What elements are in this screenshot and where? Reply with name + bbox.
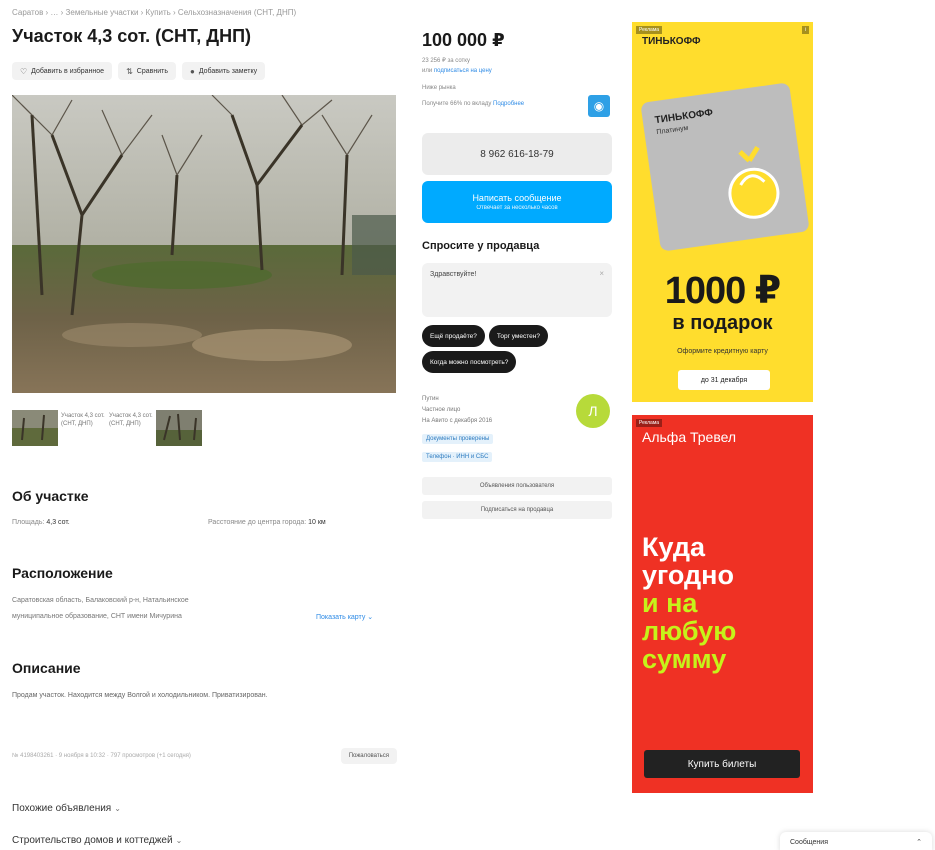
- ad-mark: Реклама: [636, 419, 663, 427]
- description-text: Продам участок. Находится между Волгой и…: [12, 692, 268, 699]
- thumbnail-image: [12, 410, 58, 446]
- thumbnail-image: [156, 410, 202, 446]
- quick-question-chip[interactable]: Когда можно посмотреть?: [422, 351, 517, 373]
- loan-offer-text: Получите 66% по вкладу: [422, 101, 492, 107]
- seller-ads-button[interactable]: Объявления пользователя: [422, 477, 612, 495]
- price: 100 000 ₽: [422, 30, 505, 50]
- thumbnail-3[interactable]: Участок 4,3 сот. (СНТ, ДНП): [108, 410, 154, 446]
- headline-line-2: угодно: [642, 560, 734, 590]
- distance-param: Расстояние до центра города: 10 км: [208, 519, 326, 526]
- tinkoff-ad-banner[interactable]: Реклама i ТИНЬКОФФ ТИНЬКОФФ Платинум 100…: [632, 22, 813, 402]
- distance-value: 10 км: [308, 519, 326, 526]
- construction-label: Строительство домов и коттеджей: [12, 835, 173, 846]
- add-note-label: Добавить заметку: [198, 67, 258, 75]
- ad-gift-text: в подарок: [672, 312, 773, 334]
- quick-questions: Ещё продаёте? Торг уместен? Когда можно …: [422, 325, 614, 373]
- messages-widget[interactable]: Сообщения ⌃: [780, 832, 932, 850]
- distance-label: Расстояние до центра города:: [208, 519, 307, 526]
- listing-actions: ♡ Добавить в избранное ⇅ Сравнить ● Доба…: [12, 62, 266, 80]
- similar-ads-label: Похожие объявления: [12, 803, 112, 814]
- show-map-label: Показать карту: [316, 614, 366, 621]
- listing-meta-info: № 4198403261 · 9 ноября в 10:32 · 797 пр…: [12, 753, 191, 759]
- construction-toggle[interactable]: Строительство домов и коттеджей ⌄: [12, 835, 182, 846]
- add-to-favorites-button[interactable]: ♡ Добавить в избранное: [12, 62, 113, 80]
- chevron-down-icon: ⌄: [175, 836, 183, 845]
- ask-seller-input[interactable]: Здравствуйте! ×: [422, 263, 612, 317]
- add-note-button[interactable]: ● Добавить заметку: [181, 62, 266, 80]
- ad-mark: Реклама: [636, 26, 663, 34]
- area-label: Площадь:: [12, 519, 45, 526]
- compare-icon: ⇅: [126, 66, 133, 76]
- write-message-button[interactable]: Написать сообщение Отвечает за несколько…: [422, 181, 612, 223]
- area-param: Площадь: 4,3 сот.: [12, 519, 70, 526]
- tinkoff-logo: ТИНЬКОФФ: [642, 36, 701, 47]
- ask-seller-title: Спросите у продавца: [422, 240, 540, 252]
- show-phone-button[interactable]: 8 962 616-18-79: [422, 133, 612, 175]
- price-per-unit: 23 256 ₽ за сотку: [422, 58, 470, 64]
- similar-ads-toggle[interactable]: Похожие объявления ⌄: [12, 803, 121, 814]
- gift-ornament-icon: [728, 145, 780, 219]
- messages-label: Сообщения: [790, 838, 828, 846]
- chevron-up-icon[interactable]: ⌃: [916, 838, 922, 846]
- write-message-sub: Отвечает за несколько часов: [476, 205, 558, 211]
- page-title: Участок 4,3 сот. (СНТ, ДНП): [12, 26, 252, 46]
- photo-thumbnails: Участок 4,3 сот. (СНТ, ДНП) Участок 4,3 …: [12, 410, 202, 446]
- area-value: 4,3 сот.: [46, 519, 70, 526]
- chevron-down-icon: ⌄: [114, 804, 121, 813]
- heart-icon: ♡: [20, 66, 28, 76]
- ad-info-icon[interactable]: i: [801, 26, 809, 34]
- ask-seller-input-value: Здравствуйте!: [430, 271, 477, 278]
- alfa-travel-ad-banner[interactable]: Реклама Альфа Тревел Куда угодно и на лю…: [632, 415, 813, 793]
- price-subscribe-link[interactable]: подписаться на цену: [434, 68, 492, 74]
- complain-button[interactable]: Пожаловаться: [340, 748, 397, 764]
- ad-headline: Куда угодно и на любую сумму: [642, 533, 736, 673]
- address-line-2: муниципальное образование, СНТ имени Мич…: [12, 613, 182, 620]
- price-history: или подписаться на цену: [422, 68, 492, 74]
- main-photo[interactable]: [12, 95, 396, 393]
- address-line-1: Саратовская область, Балаковский р-н, На…: [12, 597, 189, 604]
- seller-avatar[interactable]: Л: [576, 394, 610, 428]
- buy-tickets-button[interactable]: Купить билеты: [644, 750, 800, 778]
- description-section-title: Описание: [12, 660, 81, 676]
- subscribe-seller-button[interactable]: Подписаться на продавца: [422, 501, 612, 519]
- loan-offer-link[interactable]: Подробнее: [493, 101, 524, 107]
- location-section-title: Расположение: [12, 565, 113, 581]
- credit-card-image: ТИНЬКОФФ Платинум: [640, 82, 810, 252]
- breadcrumb[interactable]: Саратов › … › Земельные участки › Купить…: [12, 8, 296, 17]
- chevron-down-icon: ⌄: [367, 614, 374, 621]
- quick-question-chip[interactable]: Ещё продаёте?: [422, 325, 485, 347]
- market-link[interactable]: Ниже рынка: [422, 85, 456, 91]
- land-photo-image: [12, 95, 396, 393]
- seller-tag-phone: Телефон · ИНН и СБС: [422, 452, 493, 462]
- bank-logo-icon[interactable]: ◉: [588, 95, 610, 117]
- ad-deadline-button[interactable]: до 31 декабря: [678, 370, 770, 390]
- clear-icon[interactable]: ×: [599, 269, 604, 278]
- ad-cta-text: Оформите кредитную карту: [677, 348, 768, 355]
- quick-question-chip[interactable]: Торг уместен?: [488, 325, 548, 347]
- seller-tag-documents: Документы проверены: [422, 434, 494, 444]
- ad-amount: 1000 ₽: [664, 270, 782, 312]
- price-history-prefix: или: [422, 68, 433, 74]
- compare-button[interactable]: ⇅ Сравнить: [118, 62, 176, 80]
- thumbnail-4[interactable]: [156, 410, 202, 446]
- listing-meta-row: № 4198403261 · 9 ноября в 10:32 · 797 пр…: [12, 748, 397, 764]
- alfa-travel-logo: Альфа Тревел: [642, 429, 737, 445]
- compare-label: Сравнить: [136, 67, 168, 75]
- show-map-link[interactable]: Показать карту ⌄: [316, 613, 373, 621]
- headline-line-3: и на: [642, 588, 698, 618]
- headline-line-1: Куда: [642, 532, 705, 562]
- add-to-favorites-label: Добавить в избранное: [31, 67, 105, 75]
- about-section-title: Об участке: [12, 488, 89, 504]
- thumbnail-1[interactable]: [12, 410, 58, 446]
- note-icon: ●: [189, 66, 195, 76]
- loan-offer: Получите 66% по вкладу Подробнее: [422, 101, 524, 107]
- thumbnail-2[interactable]: Участок 4,3 сот. (СНТ, ДНП): [60, 410, 106, 446]
- headline-line-4: любую: [642, 616, 737, 646]
- write-message-label: Написать сообщение: [472, 193, 562, 203]
- headline-line-5: сумму: [642, 644, 727, 674]
